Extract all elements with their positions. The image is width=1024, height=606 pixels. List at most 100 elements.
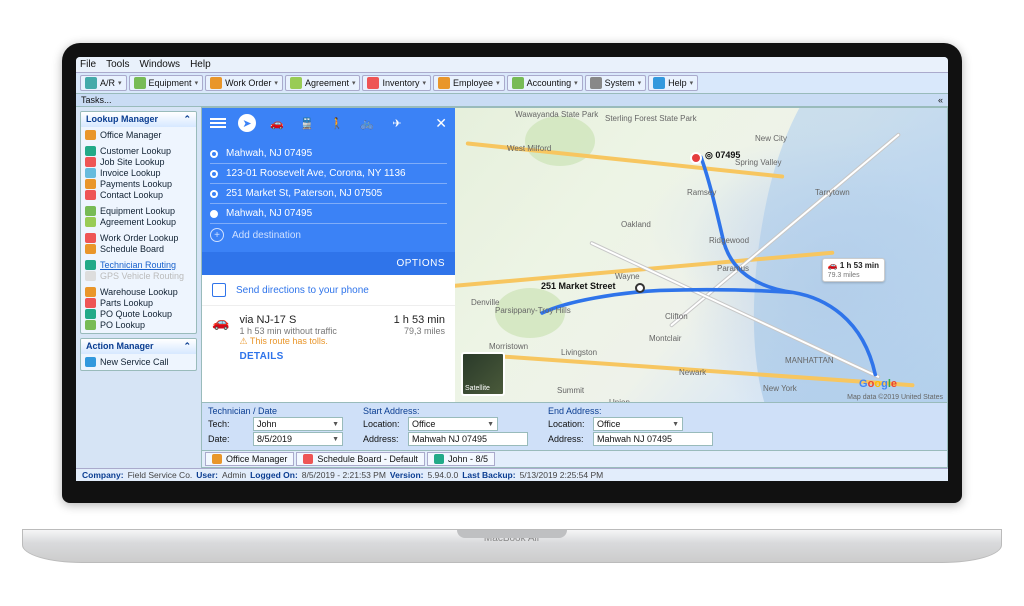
- map-label: Parsippany-Troy Hills: [495, 306, 571, 315]
- sidebar-item-equipment-lookup[interactable]: Equipment Lookup: [85, 206, 192, 216]
- sidebar-item-schedule-board[interactable]: Schedule Board: [85, 244, 192, 254]
- status-value: Field Service Co.: [128, 470, 193, 480]
- map-label: MANHATTAN: [785, 356, 834, 365]
- tech-select[interactable]: John▼: [253, 417, 343, 431]
- mode-transit[interactable]: 🚆: [298, 114, 316, 132]
- sidebar-item-agreement-lookup[interactable]: Agreement Lookup: [85, 217, 192, 227]
- map-view[interactable]: ‹: [455, 108, 947, 402]
- badge-dist: 79.3 miles: [828, 272, 860, 279]
- sidebar-item-gps-vehicle-routing[interactable]: GPS Vehicle Routing: [85, 271, 192, 281]
- sidebar-item-office-manager[interactable]: Office Manager: [85, 130, 192, 140]
- add-destination[interactable]: +Add destination: [210, 224, 447, 246]
- sidebar-item-technician-routing[interactable]: Technician Routing: [85, 260, 192, 270]
- tasks-bar[interactable]: Tasks... «: [76, 94, 948, 107]
- sidebar-item-label: Invoice Lookup: [100, 168, 161, 178]
- lookup-manager-panel: Lookup Manager ⌃ Office Manager Customer …: [80, 111, 197, 334]
- sidebar-item-warehouse-lookup[interactable]: Warehouse Lookup: [85, 287, 192, 297]
- sidebar-item-label: Schedule Board: [100, 244, 164, 254]
- stop-row[interactable]: 123-01 Roosevelt Ave, Corona, NY 1136: [210, 164, 447, 184]
- map-label: Tarrytown: [815, 188, 850, 197]
- stop-row[interactable]: Mahwah, NJ 07495: [210, 144, 447, 164]
- sidebar-item-customer-lookup[interactable]: Customer Lookup: [85, 146, 192, 156]
- chevron-left-icon[interactable]: «: [938, 95, 943, 105]
- action-manager-header[interactable]: Action Manager ⌃: [81, 339, 196, 354]
- status-label: Last Backup:: [462, 470, 515, 480]
- toolbar-inventory[interactable]: Inventory▾: [362, 75, 431, 91]
- close-icon[interactable]: ✕: [435, 115, 447, 132]
- mode-walk[interactable]: 🚶: [328, 114, 346, 132]
- mode-best[interactable]: ➤: [238, 114, 256, 132]
- form-row: Address:Mahwah NJ 07495: [363, 432, 528, 446]
- origin-icon: [210, 150, 218, 158]
- item-icon: [85, 287, 96, 297]
- sidebar-item-label: GPS Vehicle Routing: [100, 271, 184, 281]
- collapse-icon[interactable]: ⌃: [183, 341, 191, 352]
- sidebar-item-label: Office Manager: [100, 130, 161, 140]
- sidebar-item-invoice-lookup[interactable]: Invoice Lookup: [85, 168, 192, 178]
- tab-icon: [212, 454, 222, 464]
- satellite-toggle[interactable]: Satellite: [461, 352, 505, 396]
- route-card[interactable]: 🚗 via NJ-17 S 1 h 53 min without traffic…: [202, 306, 455, 370]
- chevron-down-icon: ▾: [274, 79, 278, 87]
- camera-icon: [510, 47, 515, 52]
- chevron-down-icon: ▾: [638, 79, 642, 87]
- map-label: Wawayanda State Park: [515, 110, 598, 119]
- sidebar-item-label: Technician Routing: [100, 260, 176, 270]
- sidebar-item-po-quote-lookup[interactable]: PO Quote Lookup: [85, 309, 192, 319]
- sidebar-item-label: Warehouse Lookup: [100, 287, 178, 297]
- screen: FileToolsWindowsHelp A/R▾Equipment▾Work …: [62, 43, 962, 503]
- toolbar-work-order[interactable]: Work Order▾: [205, 75, 283, 91]
- sidebar-item-po-lookup[interactable]: PO Lookup: [85, 320, 192, 330]
- menu-file[interactable]: File: [80, 59, 96, 70]
- toolbar-system[interactable]: System▾: [585, 75, 647, 91]
- sidebar-item-payments-lookup[interactable]: Payments Lookup: [85, 179, 192, 189]
- stop-row[interactable]: Mahwah, NJ 07495: [210, 204, 447, 224]
- tool-label: Employee: [453, 78, 493, 88]
- details-button[interactable]: DETAILS: [239, 351, 383, 362]
- end-location-select[interactable]: Office▼: [593, 417, 683, 431]
- lookup-manager-header[interactable]: Lookup Manager ⌃: [81, 112, 196, 127]
- menu-help[interactable]: Help: [190, 59, 211, 70]
- start-address-input[interactable]: Mahwah NJ 07495: [408, 432, 528, 446]
- date-select[interactable]: 8/5/2019▼: [253, 432, 343, 446]
- menu-windows[interactable]: Windows: [139, 59, 180, 70]
- toolbar-agreement[interactable]: Agreement▾: [285, 75, 361, 91]
- toolbar-employee[interactable]: Employee▾: [433, 75, 505, 91]
- mode-flight[interactable]: ✈: [388, 114, 406, 132]
- toolbar-help[interactable]: Help▾: [648, 75, 698, 91]
- mode-bike[interactable]: 🚲: [358, 114, 376, 132]
- end-address-input[interactable]: Mahwah NJ 07495: [593, 432, 713, 446]
- waypoint-icon: [210, 170, 218, 178]
- tool-label: Help: [668, 78, 687, 88]
- sidebar: Lookup Manager ⌃ Office Manager Customer …: [76, 107, 201, 468]
- tool-icon: [590, 77, 602, 89]
- window-tab[interactable]: Schedule Board - Default: [296, 452, 425, 466]
- toolbar-equipment[interactable]: Equipment▾: [129, 75, 204, 91]
- sidebar-item-job-site-lookup[interactable]: Job Site Lookup: [85, 157, 192, 167]
- toolbar-a/r[interactable]: A/R▾: [80, 75, 127, 91]
- sidebar-item-work-order-lookup[interactable]: Work Order Lookup: [85, 233, 192, 243]
- sidebar-item-label: PO Lookup: [100, 320, 145, 330]
- menu-tools[interactable]: Tools: [106, 59, 129, 70]
- toolbar-accounting[interactable]: Accounting▾: [507, 75, 583, 91]
- chevron-down-icon: ▾: [496, 79, 500, 87]
- sidebar-item-new-service-call[interactable]: New Service Call: [85, 357, 192, 367]
- sidebar-item-label: Parts Lookup: [100, 298, 153, 308]
- options-button[interactable]: OPTIONS: [202, 252, 455, 275]
- sidebar-item-parts-lookup[interactable]: Parts Lookup: [85, 298, 192, 308]
- item-icon: [85, 271, 96, 281]
- window-tab[interactable]: John - 8/5: [427, 452, 495, 466]
- route-info: via NJ-17 S 1 h 53 min without traffic ⚠…: [239, 314, 383, 362]
- form-row: Address:Mahwah NJ 07495: [548, 432, 713, 446]
- item-icon: [85, 244, 96, 254]
- sidebar-item-contact-lookup[interactable]: Contact Lookup: [85, 190, 192, 200]
- window-tab[interactable]: Office Manager: [205, 452, 294, 466]
- mode-drive[interactable]: 🚗: [268, 114, 286, 132]
- start-location-select[interactable]: Office▼: [408, 417, 498, 431]
- panel-title: Action Manager: [86, 341, 154, 352]
- collapse-icon[interactable]: ⌃: [183, 114, 191, 125]
- hamburger-icon[interactable]: [210, 118, 226, 128]
- stop-row[interactable]: 251 Market St, Paterson, NJ 07505: [210, 184, 447, 204]
- pin-label: ◎ 07495: [705, 150, 740, 161]
- send-to-phone[interactable]: Send directions to your phone: [202, 275, 455, 306]
